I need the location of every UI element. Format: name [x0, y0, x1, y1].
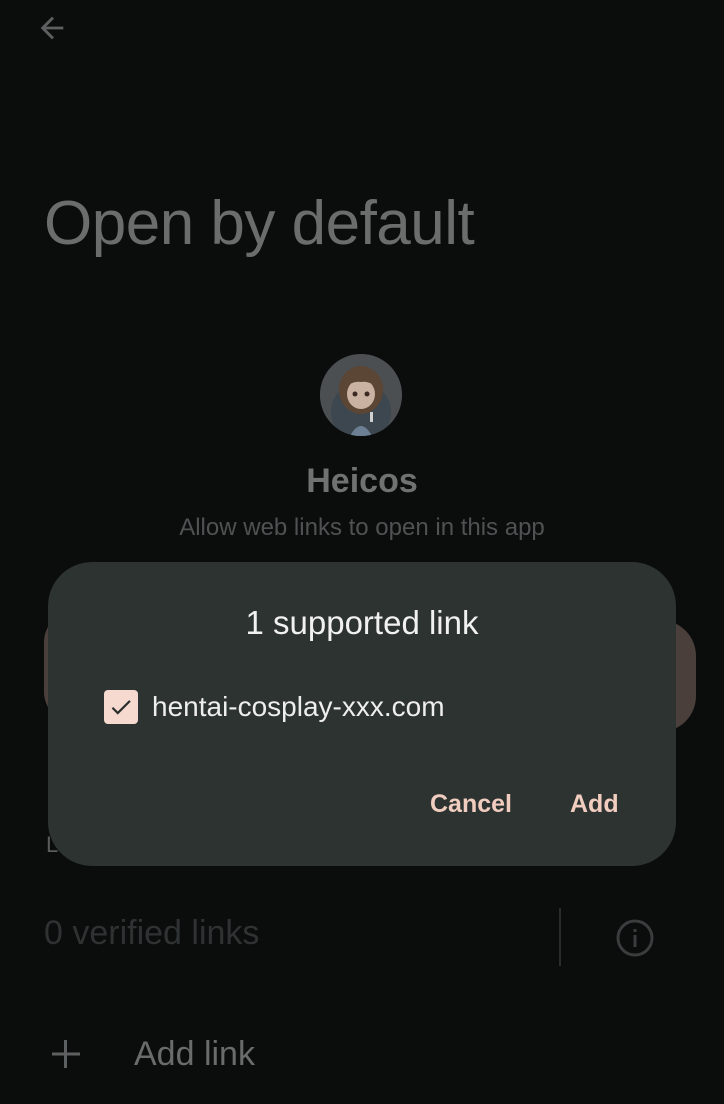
info-button[interactable]: [615, 918, 655, 958]
arrow-left-icon: [40, 16, 64, 40]
add-button[interactable]: Add: [570, 790, 619, 819]
back-button[interactable]: [30, 8, 74, 48]
add-link-row[interactable]: Add link: [44, 1024, 444, 1084]
page-title: Open by default: [44, 189, 475, 258]
info-icon: [616, 919, 654, 957]
checkmark-icon: [111, 700, 131, 715]
vertical-divider: [559, 908, 561, 966]
link-checkbox-row[interactable]: hentai-cosplay-xxx.com: [104, 690, 445, 724]
app-name: Heicos: [306, 462, 418, 500]
verified-links-text: 0 verified links: [44, 914, 260, 952]
app-subtitle: Allow web links to open in this app: [179, 514, 545, 541]
cancel-button[interactable]: Cancel: [430, 790, 512, 819]
app-avatar-image: [320, 354, 402, 436]
dialog-title: 1 supported link: [245, 604, 479, 641]
screen: Open by default Heicos Allow web links t…: [0, 0, 724, 1104]
app-avatar: [320, 354, 402, 436]
checkbox[interactable]: [104, 690, 138, 724]
link-label: hentai-cosplay-xxx.com: [152, 691, 445, 722]
plus-icon: [52, 1040, 80, 1068]
supported-links-dialog: 1 supported link hentai-cosplay-xxx.com …: [48, 562, 676, 866]
add-link-label: Add link: [134, 1034, 255, 1073]
